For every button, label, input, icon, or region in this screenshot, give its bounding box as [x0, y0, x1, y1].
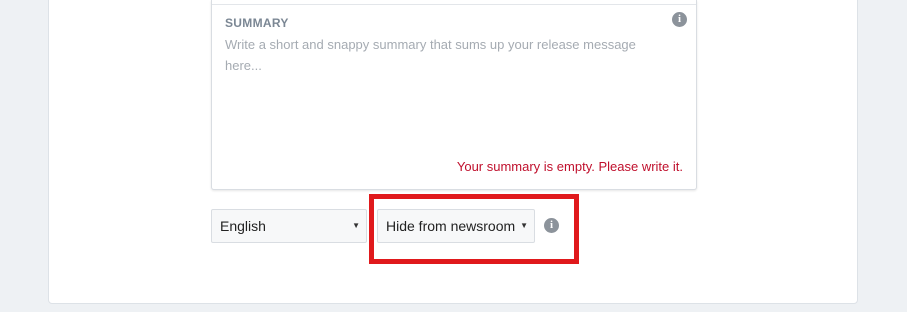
summary-panel: SUMMARY i Your summary is empty. Please … — [211, 0, 697, 190]
newsroom-visibility-select[interactable]: Hide from newsroom ▼ — [377, 209, 535, 243]
language-select-value: English — [220, 218, 266, 234]
summary-divider — [212, 4, 696, 5]
summary-label: SUMMARY — [225, 16, 289, 30]
caret-down-icon: ▼ — [520, 221, 528, 230]
info-icon[interactable]: i — [672, 12, 687, 27]
visibility-select-value: Hide from newsroom — [386, 218, 516, 234]
language-select[interactable]: English ▼ — [211, 209, 367, 243]
info-icon[interactable]: i — [544, 218, 559, 233]
caret-down-icon: ▼ — [352, 221, 360, 230]
summary-input[interactable] — [225, 34, 665, 154]
summary-error-message: Your summary is empty. Please write it. — [456, 159, 683, 174]
